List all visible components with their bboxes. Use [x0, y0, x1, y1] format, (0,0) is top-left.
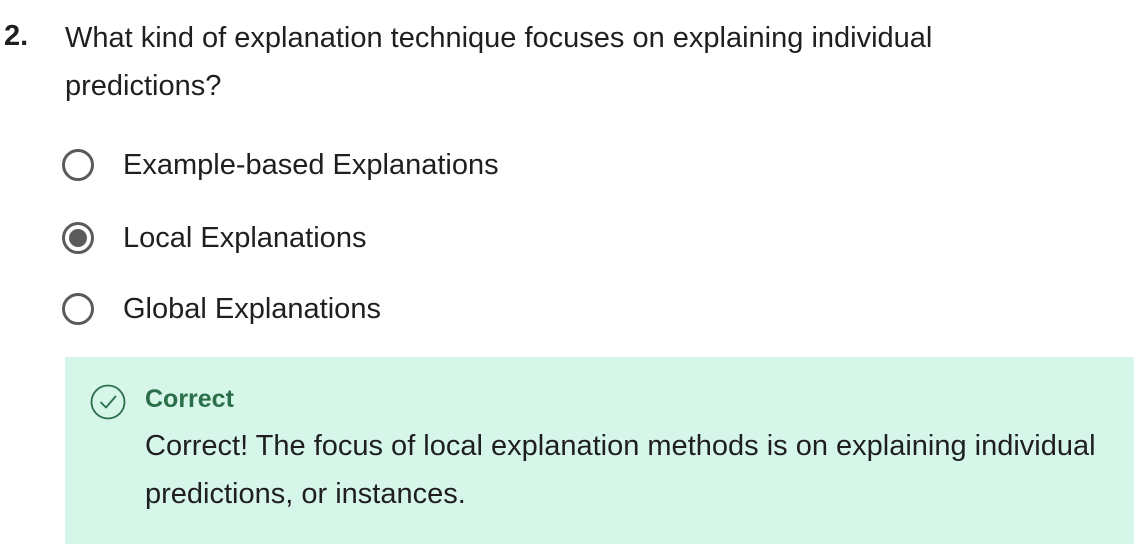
radio-unselected-icon[interactable] — [62, 293, 94, 325]
radio-dot — [69, 229, 87, 247]
option-example-based[interactable]: Example-based Explanations — [62, 143, 499, 187]
option-local[interactable]: Local Explanations — [62, 216, 366, 260]
option-global[interactable]: Global Explanations — [62, 287, 381, 331]
feedback-status: Correct — [145, 385, 234, 413]
check-circle-icon — [90, 384, 126, 420]
question-number: 2. — [4, 20, 29, 52]
option-label: Example-based Explanations — [123, 148, 499, 181]
radio-unselected-icon[interactable] — [62, 149, 94, 181]
feedback-panel: Correct Correct! The focus of local expl… — [65, 357, 1134, 544]
radio-selected-icon[interactable] — [62, 222, 94, 254]
option-label: Local Explanations — [123, 221, 367, 254]
option-label: Global Explanations — [123, 292, 381, 325]
feedback-message: Correct! The focus of local explanation … — [145, 430, 1096, 510]
question-text: What kind of explanation technique focus… — [65, 22, 933, 102]
